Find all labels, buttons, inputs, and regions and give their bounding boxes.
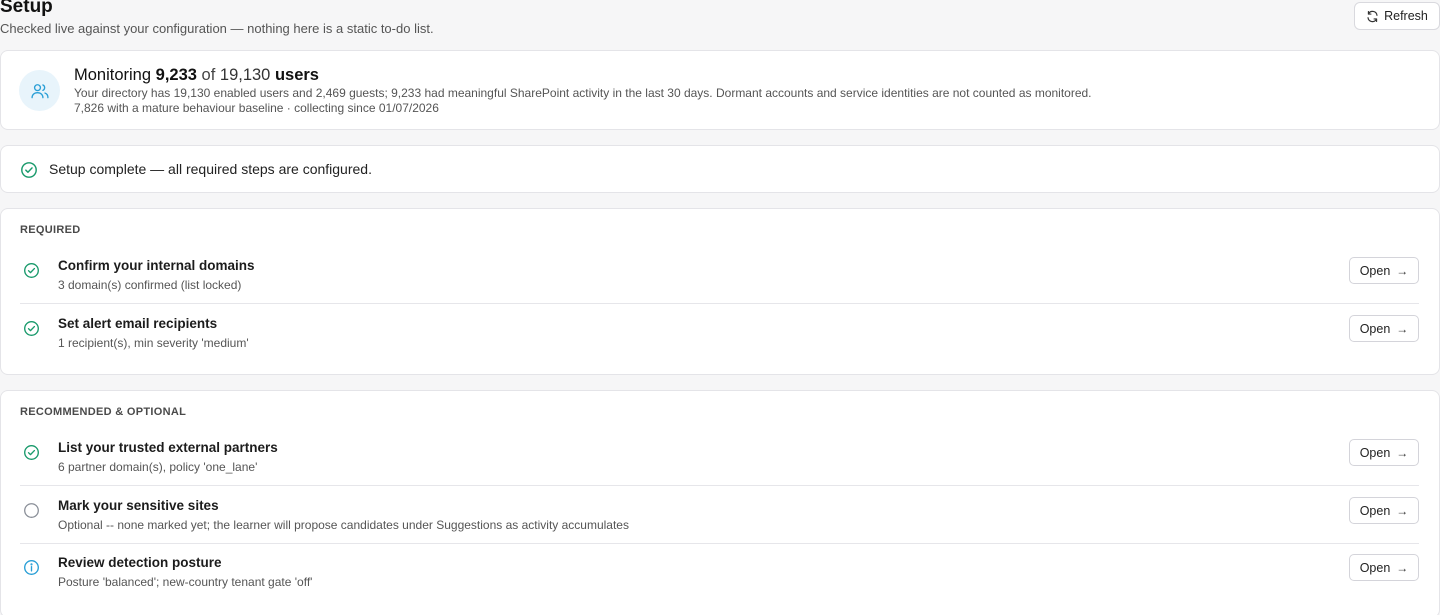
info-icon	[24, 560, 39, 575]
page-subtitle: Checked live against your configuration …	[0, 21, 434, 36]
users-label: users	[274, 66, 319, 84]
open-button-label: Open	[1359, 445, 1391, 460]
open-button[interactable]: Open →	[1349, 315, 1419, 342]
monitoring-prefix: Monitoring	[74, 66, 152, 84]
arrow-right-icon: →	[1396, 445, 1409, 460]
item-description: Posture 'balanced'; new-country tenant g…	[58, 575, 313, 589]
divider	[20, 543, 1419, 544]
refresh-icon	[1367, 10, 1378, 22]
monitoring-heading: Monitoring 9,233 of 19,130 users	[74, 66, 319, 85]
section-label-required: REQUIRED	[20, 224, 81, 236]
check-circle-icon	[24, 321, 39, 336]
check-circle-icon	[24, 263, 39, 278]
setup-page: Setup Checked live against your configur…	[0, 0, 1440, 615]
required-section: REQUIRED Confirm your internal domains 3…	[0, 208, 1440, 375]
item-description: 6 partner domain(s), policy 'one_lane'	[58, 460, 258, 474]
item-title: Mark your sensitive sites	[58, 498, 219, 513]
setup-status-text: Setup complete — all required steps are …	[49, 161, 372, 177]
total-count: 19,130	[219, 66, 271, 84]
item-title: Confirm your internal domains	[58, 258, 255, 273]
monitoring-card: Monitoring 9,233 of 19,130 users Your di…	[0, 50, 1440, 130]
open-button-label: Open	[1359, 321, 1391, 336]
empty-circle-icon	[24, 503, 39, 518]
open-button[interactable]: Open →	[1349, 257, 1419, 284]
item-description: 3 domain(s) confirmed (list locked)	[58, 278, 242, 292]
open-button-label: Open	[1359, 503, 1391, 518]
monitored-count: 9,233	[155, 66, 197, 84]
open-button[interactable]: Open →	[1349, 497, 1419, 524]
list-item: Review detection posture Posture 'balanc…	[1, 550, 1439, 608]
item-description: Optional -- none marked yet; the learner…	[58, 518, 629, 532]
arrow-right-icon: →	[1396, 503, 1409, 518]
open-button-label: Open	[1359, 263, 1391, 278]
item-title: Set alert email recipients	[58, 316, 218, 331]
item-description: 1 recipient(s), min severity 'medium'	[58, 336, 249, 350]
item-title: Review detection posture	[58, 555, 222, 570]
check-circle-icon	[24, 445, 39, 460]
page-title: Setup	[0, 0, 53, 17]
check-circle-icon	[21, 162, 37, 178]
setup-status-card: Setup complete — all required steps are …	[0, 145, 1440, 193]
divider	[20, 303, 1419, 304]
open-button-label: Open	[1359, 560, 1391, 575]
refresh-button-label: Refresh	[1384, 9, 1428, 23]
arrow-right-icon: →	[1396, 560, 1409, 575]
optional-section: RECOMMENDED & OPTIONAL List your trusted…	[0, 390, 1440, 615]
open-button[interactable]: Open →	[1349, 554, 1419, 581]
divider	[20, 485, 1419, 486]
open-button[interactable]: Open →	[1349, 439, 1419, 466]
monitoring-baseline: 7,826 with a mature behaviour baseline ·…	[74, 101, 439, 115]
refresh-button[interactable]: Refresh	[1354, 2, 1440, 30]
users-icon	[30, 83, 49, 98]
avatar	[19, 70, 60, 111]
arrow-right-icon: →	[1396, 321, 1409, 336]
list-item: Set alert email recipients 1 recipient(s…	[1, 311, 1439, 369]
arrow-right-icon: →	[1396, 263, 1409, 278]
item-title: List your trusted external partners	[58, 440, 278, 455]
monitoring-description: Your directory has 19,130 enabled users …	[74, 86, 1092, 100]
section-label-optional: RECOMMENDED & OPTIONAL	[20, 406, 187, 418]
of-label: of	[201, 66, 216, 84]
